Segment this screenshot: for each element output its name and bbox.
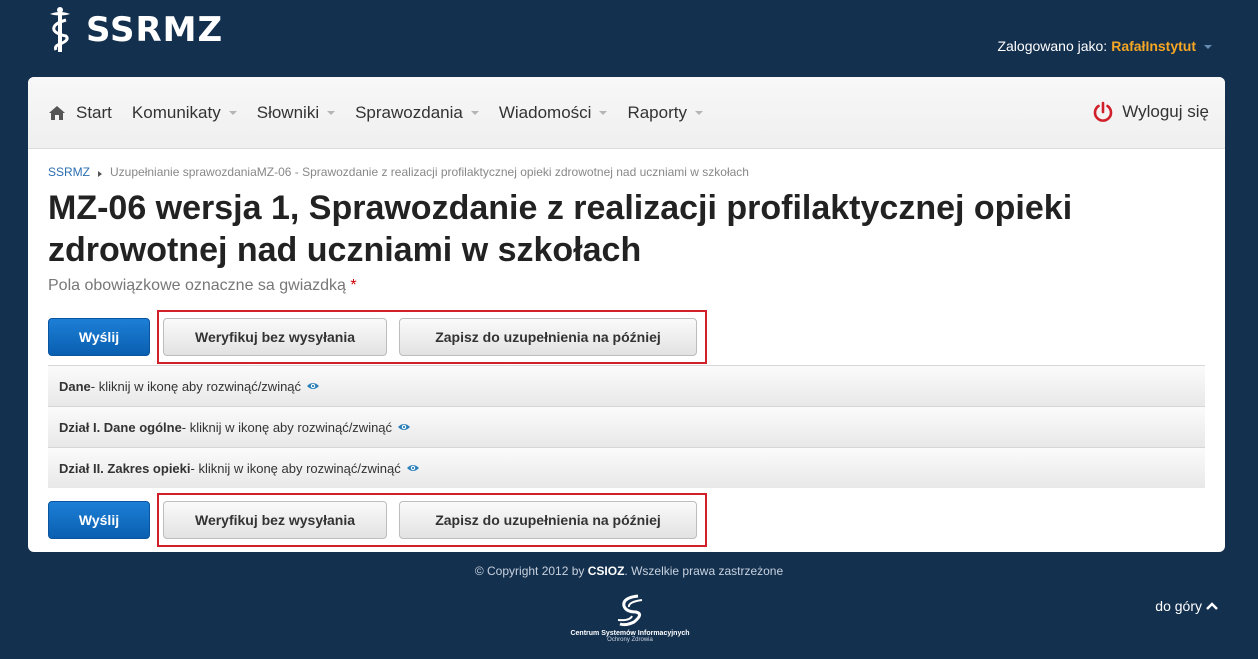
section-hint: - kliknij w ikonę aby rozwinąć/zwinąć	[181, 419, 393, 435]
login-user-link[interactable]: RafałInstytut	[1111, 38, 1196, 54]
nav-item-label: Komunikaty	[131, 102, 221, 122]
logout-button[interactable]: Wyloguj się	[1092, 101, 1209, 123]
login-label: Zalogowano jako:	[997, 38, 1108, 54]
eye-icon[interactable]	[397, 422, 411, 432]
to-top-label: do góry	[1155, 598, 1202, 614]
nav-item-sprawozdania[interactable]: Sprawozdania	[355, 103, 479, 123]
logo-text: SSRMZ	[86, 10, 224, 50]
home-icon	[49, 105, 65, 120]
chevron-down-icon[interactable]	[1204, 45, 1212, 49]
copyright-org: CSIOZ	[587, 564, 625, 578]
section-hint: - kliknij w ikonę aby rozwinąć/zwinąć	[190, 460, 401, 476]
highlight-box: Weryfikuj bez wysyłania Zapisz do uzupeł…	[157, 493, 707, 547]
send-button[interactable]: Wyślij	[48, 318, 150, 356]
power-icon	[1093, 101, 1113, 122]
logo-name: Centrum Systemów Informacyjnych	[570, 630, 690, 637]
required-note-text: Pola obowiązkowe oznaczne sa gwiazdką	[48, 277, 346, 294]
nav-item-slowniki[interactable]: Słowniki	[256, 102, 336, 123]
section-hint: - kliknij w ikonę aby rozwinąć/zwinąć	[90, 378, 302, 394]
action-bar-bottom: Wyślij Weryfikuj bez wysyłania Zapisz do…	[48, 493, 1205, 547]
chevron-down-icon	[599, 110, 608, 115]
section-title: Dział II. Zakres opieki	[59, 460, 191, 476]
nav-item-raporty[interactable]: Raporty	[627, 103, 703, 123]
nav-item-komunikaty[interactable]: Komunikaty	[132, 103, 237, 123]
nav-item-label: Start	[76, 102, 112, 122]
highlight-box: Weryfikuj bez wysyłania Zapisz do uzupeł…	[157, 310, 707, 364]
chevron-up-icon	[1206, 602, 1218, 610]
copyright-suffix: . Wszelkie prawa zastrzeżone	[624, 564, 784, 578]
section-title: Dział I. Dane ogólne	[59, 419, 182, 435]
nav-item-label: Raporty	[627, 102, 687, 122]
nav-item-label: Wiadomości	[498, 102, 592, 122]
breadcrumb: SSRMZ Uzupełnianie sprawozdaniaMZ-06 - S…	[48, 165, 1205, 179]
logo-sub: Ochrony Zdrowia	[607, 637, 653, 643]
verify-button[interactable]: Weryfikuj bez wysyłania	[163, 318, 387, 356]
main-card: Start Komunikaty Słowniki Sprawozdania W…	[28, 77, 1225, 552]
csioz-logo[interactable]: Centrum Systemów Informacyjnych Ochrony …	[560, 592, 700, 643]
chevron-down-icon	[470, 110, 479, 115]
section-dzial-2[interactable]: Dział II. Zakres opieki - kliknij w ikon…	[48, 447, 1205, 488]
section-title: Dane	[59, 378, 91, 394]
required-note: Pola obowiązkowe oznaczne sa gwiazdką *	[48, 277, 1205, 295]
page-title: MZ-06 wersja 1, Sprawozdanie z realizacj…	[48, 189, 1073, 269]
eye-icon[interactable]	[406, 463, 420, 473]
chevron-down-icon	[327, 110, 336, 115]
breadcrumb-current: Uzupełnianie sprawozdaniaMZ-06 - Sprawoz…	[110, 165, 749, 179]
main-navbar: Start Komunikaty Słowniki Sprawozdania W…	[28, 77, 1225, 149]
login-info: Zalogowano jako: RafałInstytut	[997, 38, 1212, 54]
caduceus-icon	[50, 7, 70, 52]
breadcrumb-root-link[interactable]: SSRMZ	[48, 165, 90, 179]
logout-label: Wyloguj się	[1122, 102, 1209, 121]
section-dzial-1[interactable]: Dział I. Dane ogólne - kliknij w ikonę a…	[48, 406, 1205, 447]
save-later-button[interactable]: Zapisz do uzupełnienia na później	[399, 318, 697, 356]
nav-item-start[interactable]: Start	[48, 103, 112, 123]
page-content: SSRMZ Uzupełnianie sprawozdaniaMZ-06 - S…	[28, 149, 1225, 547]
nav-item-label: Sprawozdania	[355, 102, 463, 122]
section-dane[interactable]: Dane - kliknij w ikonę aby rozwinąć/zwin…	[48, 365, 1205, 406]
chevron-down-icon	[694, 110, 703, 115]
action-bar-top: Wyślij Weryfikuj bez wysyłania Zapisz do…	[48, 310, 1205, 364]
verify-button[interactable]: Weryfikuj bez wysyłania	[163, 501, 387, 539]
nav-item-wiadomosci[interactable]: Wiadomości	[499, 103, 608, 123]
app-logo[interactable]: SSRMZ	[44, 6, 223, 54]
save-later-button[interactable]: Zapisz do uzupełnienia na później	[399, 501, 697, 539]
csioz-logo-icon	[617, 594, 643, 627]
nav-item-label: Słowniki	[256, 102, 320, 122]
required-star: *	[350, 277, 357, 294]
footer-copyright: © Copyright 2012 by CSIOZ. Wszelkie praw…	[0, 564, 1258, 578]
form-sections: Dane - kliknij w ikonę aby rozwinąć/zwin…	[48, 365, 1205, 488]
copyright-prefix: © Copyright 2012 by	[474, 564, 588, 578]
send-button[interactable]: Wyślij	[48, 501, 150, 539]
breadcrumb-arrow-icon	[98, 170, 102, 177]
chevron-down-icon	[228, 110, 237, 115]
eye-icon[interactable]	[306, 381, 320, 391]
top-bar: SSRMZ Zalogowano jako: RafałInstytut	[0, 0, 1258, 78]
back-to-top-link[interactable]: do góry	[1155, 598, 1218, 614]
